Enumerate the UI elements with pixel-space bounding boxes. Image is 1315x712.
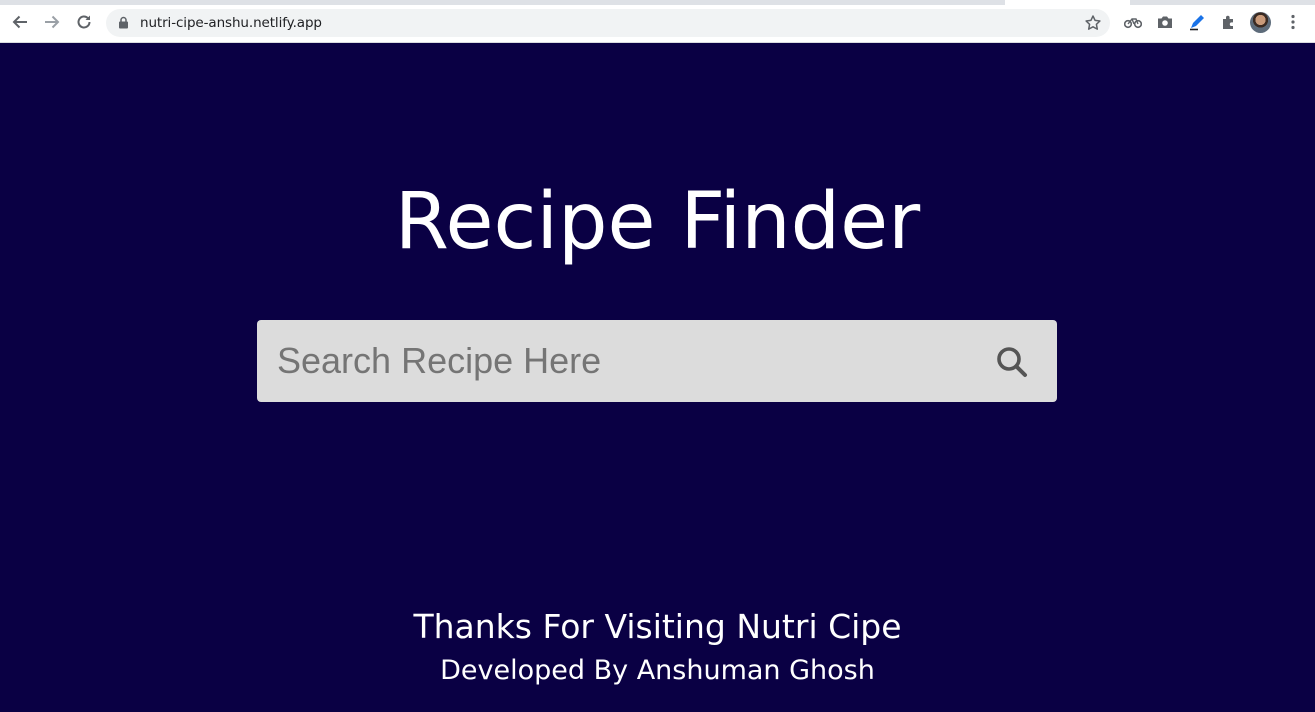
search-input[interactable]	[257, 320, 977, 402]
camera-extension-icon	[1158, 16, 1172, 28]
tab-strip	[0, 0, 1315, 5]
highlighter-extension-icon	[1190, 15, 1204, 31]
puzzle-extensions-icon	[1223, 15, 1233, 29]
highlighter-extension-button[interactable]	[1186, 11, 1208, 33]
browser-toolbar: nutri-cipe-anshu.netlify.app	[0, 0, 1315, 43]
avatar[interactable]	[1250, 12, 1271, 33]
arrow-left-icon	[12, 15, 27, 29]
footer-credit: Developed By Anshuman Ghosh	[440, 655, 875, 686]
page-title: Recipe Finder	[394, 177, 921, 267]
bicycle-extension-icon	[1124, 18, 1142, 29]
footer-thanks: Thanks For Visiting Nutri Cipe	[413, 607, 902, 646]
bicycle-extension-button[interactable]	[1122, 11, 1144, 33]
lock-icon[interactable]	[118, 16, 129, 29]
page-body: Recipe Finder Thanks For Visiting Nutri …	[0, 43, 1315, 712]
address-bar[interactable]: nutri-cipe-anshu.netlify.app	[106, 9, 1110, 37]
arrow-right-icon	[45, 15, 60, 29]
reload-icon	[77, 15, 91, 29]
forward-button[interactable]	[40, 10, 64, 34]
kebab-menu-icon	[1291, 14, 1295, 30]
active-tab[interactable]	[1005, 0, 1130, 5]
extensions-button[interactable]	[1218, 11, 1240, 33]
search-button[interactable]	[992, 344, 1032, 380]
browser-menu-button[interactable]	[1282, 11, 1304, 33]
url-text[interactable]: nutri-cipe-anshu.netlify.app	[140, 15, 322, 31]
reload-button[interactable]	[72, 10, 96, 34]
star-icon[interactable]	[1084, 14, 1102, 32]
back-button[interactable]	[8, 10, 32, 34]
search-icon	[997, 347, 1027, 377]
camera-extension-button[interactable]	[1154, 11, 1176, 33]
search-bar	[257, 320, 1057, 402]
